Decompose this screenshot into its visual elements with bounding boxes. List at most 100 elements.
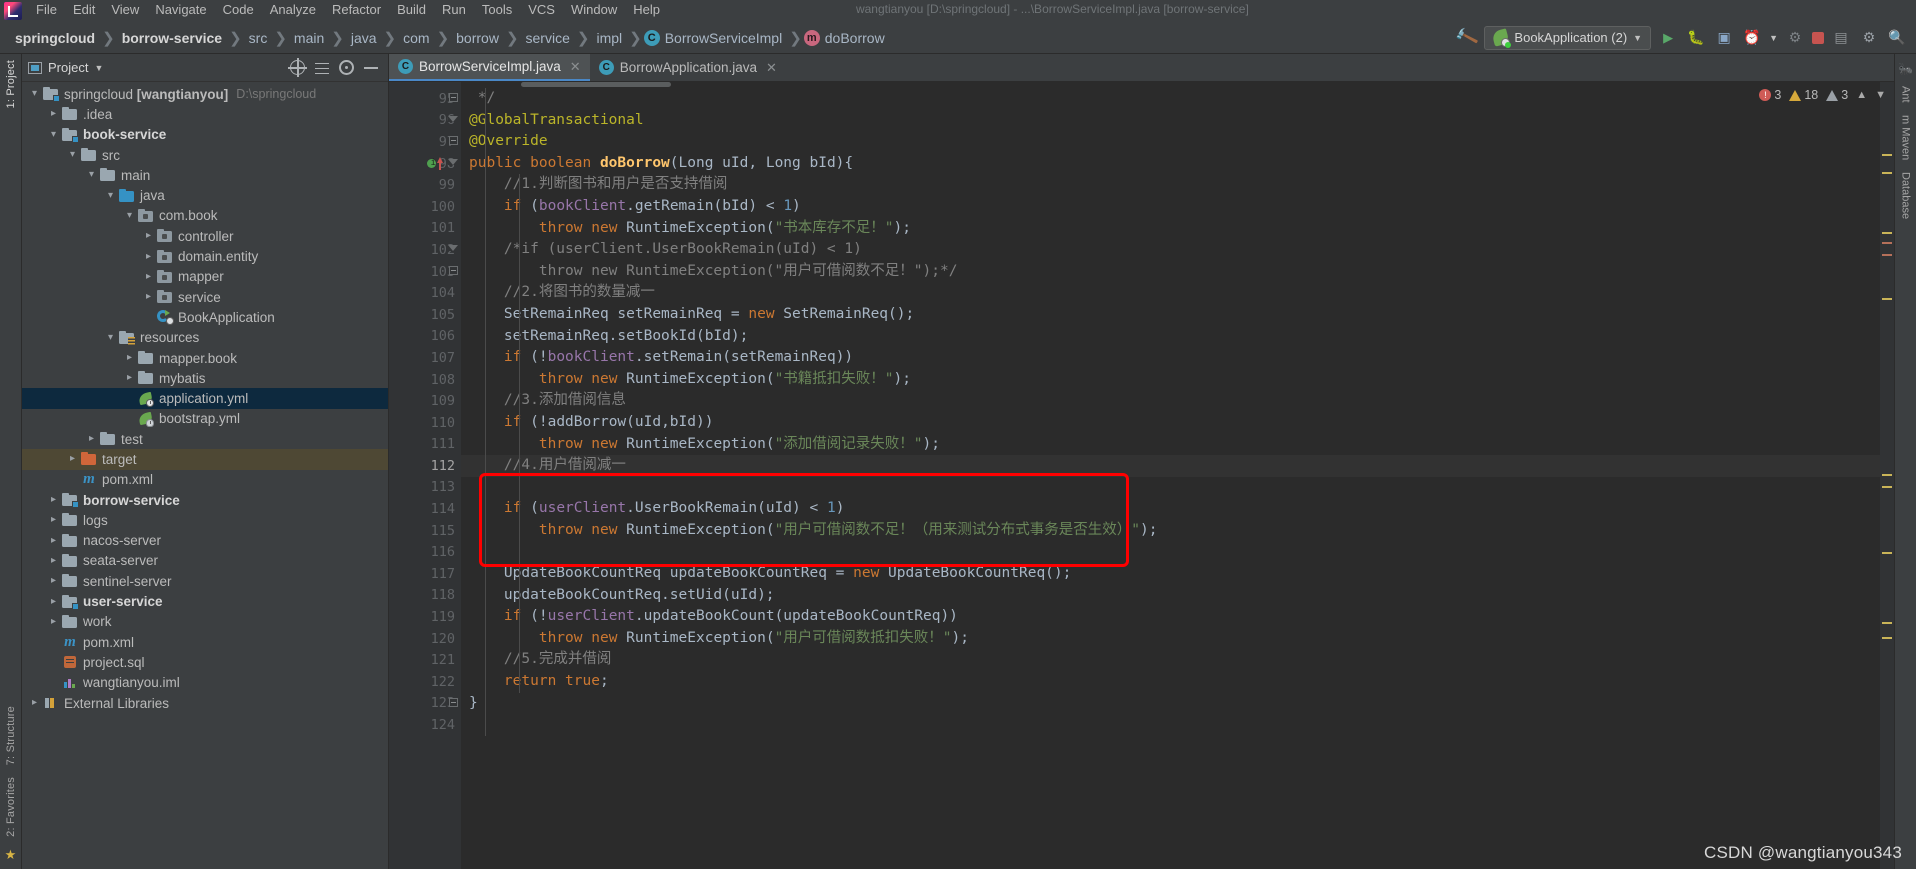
breadcrumb-impl[interactable]: impl [591, 30, 627, 46]
code-text-area[interactable]: */ @GlobalTransactional @Override public bo… [461, 82, 1880, 869]
line-number[interactable]: 111 [389, 434, 461, 456]
code-line[interactable]: if (userClient.UserBookRemain(uId) < 1) [461, 498, 1880, 520]
code-fold-icon[interactable] [449, 697, 458, 707]
line-number[interactable]: 119 [389, 606, 461, 628]
project-tree[interactable]: ▾ springcloud [wangtianyou] D:\springcloud… [22, 82, 388, 869]
code-line[interactable]: if (!bookClient.setRemain(setRemainReq)) [461, 347, 1880, 369]
code-line[interactable]: setRemainReq.setBookId(bId); [461, 326, 1880, 348]
warning-count-badge[interactable]: 18 [1789, 88, 1818, 102]
marker-tick[interactable] [1882, 552, 1892, 554]
line-number-gutter[interactable]: 9596979899100101102103104105106107108109… [389, 82, 461, 869]
collapse-all-icon[interactable] [315, 61, 329, 75]
tree-item-idea[interactable]: ▸ .idea [22, 104, 388, 124]
chevron-right-icon[interactable]: ▸ [47, 515, 60, 525]
line-number[interactable]: 99 [389, 174, 461, 196]
tree-item-bootstrap-yml[interactable]: bootstrap.yml [22, 409, 388, 429]
tree-item-seata-server[interactable]: ▸ seata-server [22, 551, 388, 571]
horizontal-scrollbar[interactable] [461, 82, 1880, 87]
close-icon[interactable]: ✕ [570, 59, 581, 75]
tree-item-logs[interactable]: ▸ logs [22, 510, 388, 530]
line-number[interactable]: 95 [389, 88, 461, 110]
code-editor[interactable]: 9596979899100101102103104105106107108109… [389, 82, 1894, 869]
weak-warning-count-badge[interactable]: 3 [1826, 88, 1848, 102]
tree-item-src[interactable]: ▾ src [22, 145, 388, 165]
tree-item-borrow-service[interactable]: ▸ borrow-service [22, 490, 388, 510]
sidebar-tab-favorites[interactable]: 2: Favorites [5, 771, 17, 843]
menu-vcs[interactable]: VCS [520, 0, 563, 19]
code-line[interactable] [461, 714, 1880, 736]
tree-item-pom-xml[interactable]: m pom.xml [22, 470, 388, 490]
search-icon[interactable]: 🔍 [1886, 27, 1908, 49]
line-number[interactable]: 122 [389, 671, 461, 693]
code-line[interactable]: throw new RuntimeException("书本库存不足！"); [461, 218, 1880, 240]
code-fold-icon[interactable] [449, 136, 458, 146]
chevron-right-icon[interactable]: ▸ [47, 535, 60, 546]
project-panel-title-group[interactable]: Project ▼ [28, 60, 103, 75]
marker-tick[interactable] [1882, 172, 1892, 174]
code-fold-icon[interactable] [448, 158, 458, 165]
line-number[interactable]: 104 [389, 282, 461, 304]
chevron-down-icon[interactable]: ▼ [1875, 89, 1886, 101]
locate-file-icon[interactable] [288, 58, 307, 77]
menu-code[interactable]: Code [215, 0, 262, 19]
editor-tab-borrowserviceimpl[interactable]: C BorrowServiceImpl.java ✕ [389, 54, 590, 81]
tree-item-nacos-server[interactable]: ▸ nacos-server [22, 531, 388, 551]
code-line[interactable]: if (!userClient.updateBookCount(updateBo… [461, 606, 1880, 628]
code-line[interactable]: throw new RuntimeException("书籍抵扣失败！"); [461, 369, 1880, 391]
marker-tick[interactable] [1882, 298, 1892, 300]
favorites-star-icon[interactable]: ★ [5, 847, 17, 863]
close-icon[interactable]: ✕ [766, 60, 777, 76]
code-line[interactable]: @Override [461, 131, 1880, 153]
chevron-right-icon[interactable]: ▸ [142, 231, 155, 241]
editor-marker-bar[interactable] [1880, 82, 1894, 869]
inspection-widget[interactable]: ! 3 18 3 ▲ ▼ [1751, 82, 1894, 108]
tree-item-application-yml[interactable]: application.yml [22, 388, 388, 409]
marker-tick[interactable] [1882, 232, 1892, 234]
marker-tick[interactable] [1882, 486, 1892, 488]
menu-view[interactable]: View [103, 0, 147, 19]
line-number[interactable]: 121 [389, 649, 461, 671]
code-line[interactable]: //4.用户借阅减一 [461, 455, 1880, 477]
line-number[interactable]: 107 [389, 347, 461, 369]
line-number[interactable]: 97 [389, 131, 461, 153]
tree-item-target[interactable]: ▸ target [22, 449, 388, 470]
chevron-down-icon[interactable]: ▾ [47, 129, 60, 140]
code-line[interactable] [461, 477, 1880, 499]
line-number[interactable]: 123 [389, 693, 461, 715]
menu-navigate[interactable]: Navigate [147, 0, 214, 19]
chevron-down-icon[interactable]: ▾ [28, 89, 41, 99]
breadcrumb-borrow-service[interactable]: borrow-service [117, 30, 227, 46]
breadcrumb-springcloud[interactable]: springcloud [10, 30, 100, 46]
sidebar-tab-project[interactable]: 1: Project [5, 54, 17, 114]
menu-edit[interactable]: Edit [65, 0, 103, 19]
tree-item-user-service[interactable]: ▸ user-service [22, 591, 388, 611]
stop-icon[interactable] [1812, 31, 1824, 44]
sidebar-tab-ant[interactable]: Ant [1900, 80, 1912, 109]
line-number[interactable]: 101 [389, 218, 461, 240]
hide-panel-icon[interactable] [364, 66, 378, 69]
line-number[interactable]: 102 [389, 239, 461, 261]
layout-icon[interactable]: ▤ [1830, 27, 1852, 49]
marker-tick[interactable] [1882, 254, 1892, 256]
chevron-right-icon[interactable]: ▸ [47, 596, 60, 607]
breadcrumb-class[interactable]: C BorrowServiceImpl [643, 29, 787, 46]
line-number[interactable]: 110 [389, 412, 461, 434]
line-number[interactable]: 114 [389, 498, 461, 520]
marker-tick[interactable] [1882, 242, 1892, 244]
menu-file[interactable]: File [28, 0, 65, 19]
code-fold-icon[interactable] [448, 245, 458, 252]
tree-item-project-sql[interactable]: project.sql [22, 652, 388, 672]
tree-item-bookapplication[interactable]: BookApplication [22, 307, 388, 327]
marker-tick[interactable] [1882, 474, 1892, 476]
chevron-down-icon[interactable]: ▼ [94, 63, 103, 73]
tree-item-wangtianyou-iml[interactable]: wangtianyou.iml [22, 673, 388, 693]
chevron-down-icon[interactable]: ▾ [123, 210, 136, 221]
line-number[interactable]: 100 [389, 196, 461, 218]
code-fold-icon[interactable] [448, 115, 458, 122]
code-line[interactable]: @GlobalTransactional [461, 110, 1880, 132]
line-number[interactable]: 117 [389, 563, 461, 585]
settings-gear-icon[interactable]: ⚙ [1858, 27, 1880, 49]
error-count-badge[interactable]: ! 3 [1759, 88, 1781, 102]
code-line[interactable]: //5.完成并借阅 [461, 649, 1880, 671]
tree-item-controller[interactable]: ▸ controller [22, 226, 388, 246]
